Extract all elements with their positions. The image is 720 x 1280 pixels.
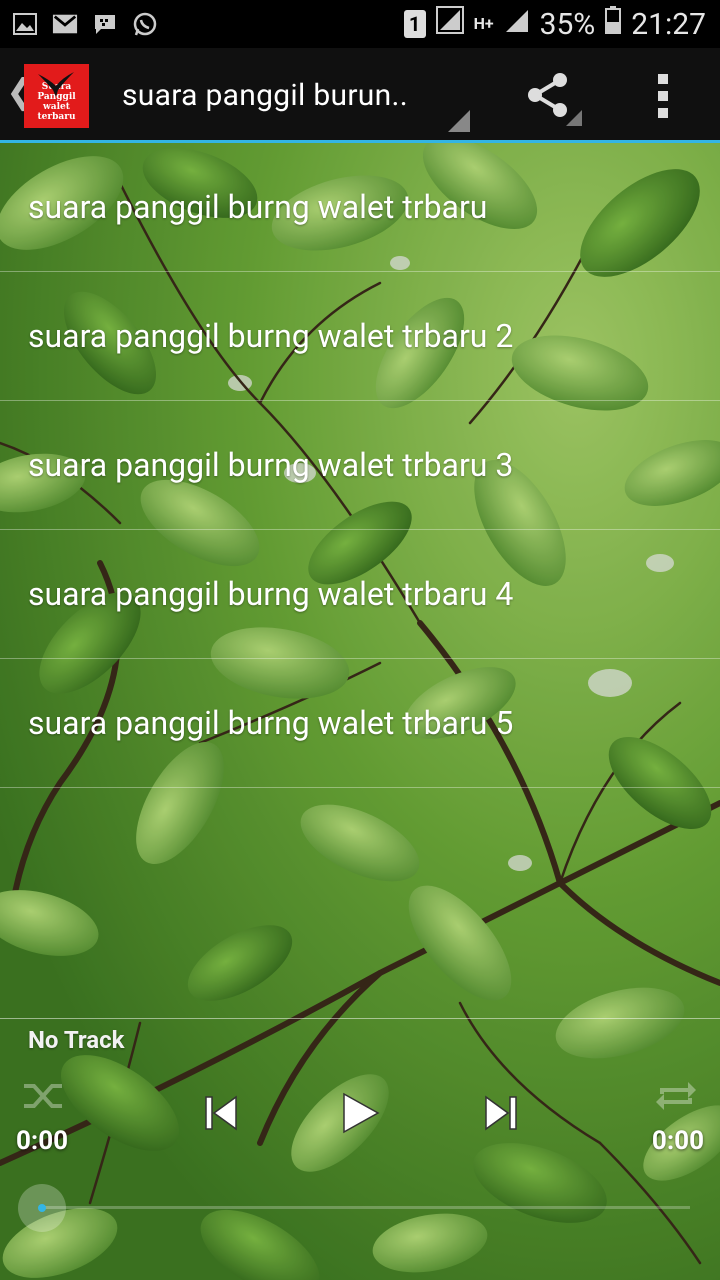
sim-slot-icon: 1 [403, 10, 426, 38]
gallery-notification-icon [12, 11, 38, 37]
track-list-item[interactable]: suara panggil burng walet trbaru 4 [0, 530, 720, 659]
seek-bar[interactable] [40, 1206, 690, 1209]
now-playing-label: No Track [28, 1026, 125, 1054]
share-icon [528, 73, 567, 117]
track-title: suara panggil burng walet trbaru 3 [28, 446, 514, 484]
track-title: suara panggil burng walet trbaru 2 [28, 317, 514, 355]
track-title: suara panggil burng walet trbaru [28, 188, 488, 226]
share-button[interactable] [526, 72, 570, 118]
whatsapp-notification-icon [132, 11, 158, 37]
track-list-container: suara panggil burng walet trbaru suara p… [0, 143, 720, 1280]
app-title-spinner[interactable]: suara panggil burun.. [122, 78, 408, 113]
action-bar: ❮ Suara Panggil walet terbaru suara pang… [0, 48, 720, 140]
track-title: suara panggil burng walet trbaru 5 [28, 704, 514, 742]
shuffle-icon[interactable] [22, 1078, 66, 1114]
battery-percentage: 35% [539, 6, 596, 42]
next-button[interactable] [476, 1088, 526, 1138]
track-title: suara panggil burng walet trbaru 4 [28, 575, 514, 613]
overflow-dot-icon [658, 91, 668, 101]
gmail-notification-icon [52, 11, 78, 37]
signal-sim1-icon [435, 6, 464, 42]
track-list-item[interactable]: suara panggil burng walet trbaru 5 [0, 659, 720, 788]
app-logo[interactable]: Suara Panggil walet terbaru [24, 64, 89, 128]
overflow-dot-icon [658, 108, 668, 118]
overflow-dot-icon [658, 74, 668, 84]
signal-sim2-icon [504, 7, 530, 42]
status-bar: 1 H+ 35% 21:27 [0, 0, 720, 48]
spinner-dropdown-icon [448, 110, 470, 132]
player-divider [0, 1018, 720, 1019]
play-button[interactable] [336, 1088, 386, 1138]
seek-progress-dot [38, 1204, 46, 1212]
track-list: suara panggil burng walet trbaru suara p… [0, 143, 720, 788]
clock: 21:27 [631, 6, 706, 42]
swallow-icon [38, 72, 74, 97]
bbm-notification-icon [92, 11, 118, 37]
network-type-icon: H+ [473, 14, 494, 33]
elapsed-time: 0:00 [16, 1126, 69, 1156]
track-list-item[interactable]: suara panggil burng walet trbaru 3 [0, 401, 720, 530]
music-player: No Track 0:00 0:00 [0, 1018, 720, 1280]
overflow-menu-button[interactable] [656, 74, 670, 118]
battery-icon [605, 6, 622, 42]
logo-text-line2: walet terbaru [37, 102, 76, 122]
share-provider-dropdown-icon [566, 110, 582, 126]
repeat-icon[interactable] [654, 1078, 698, 1114]
previous-button[interactable] [196, 1088, 246, 1138]
track-list-item[interactable]: suara panggil burng walet trbaru 2 [0, 272, 720, 401]
total-duration: 0:00 [651, 1126, 704, 1156]
track-list-item[interactable]: suara panggil burng walet trbaru [0, 143, 720, 272]
